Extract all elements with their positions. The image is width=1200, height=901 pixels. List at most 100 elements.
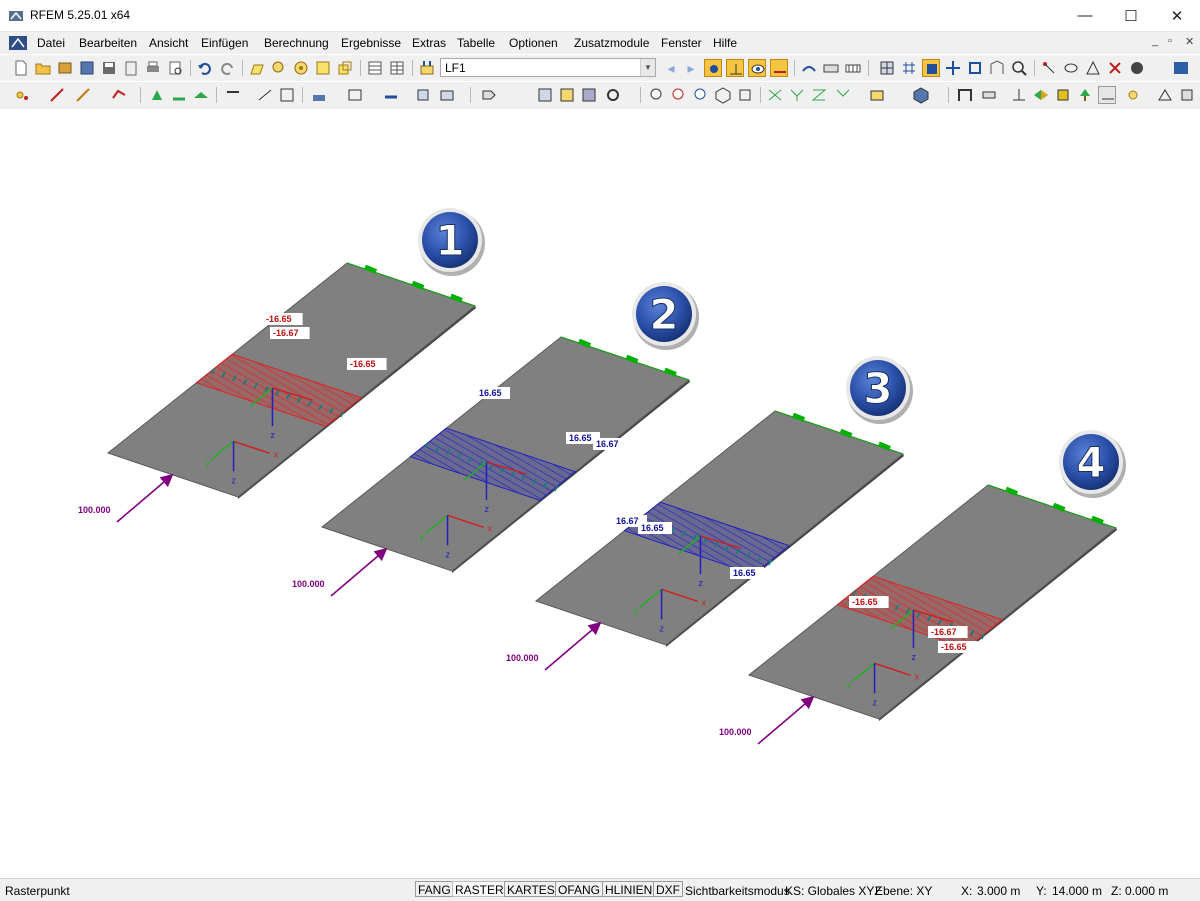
mesh-icon[interactable]	[878, 59, 896, 77]
guidelines-button[interactable]: HLINIEN	[602, 881, 656, 897]
menu-extras[interactable]: Extras	[412, 36, 446, 50]
view-z-icon[interactable]	[810, 86, 828, 104]
insert-member-icon[interactable]	[74, 86, 92, 104]
snap-button[interactable]: FANG	[415, 881, 454, 897]
zoom-out-icon[interactable]	[692, 86, 710, 104]
dimension-icon[interactable]	[256, 86, 274, 104]
zoom-all-icon[interactable]	[648, 86, 666, 104]
surface-load-icon[interactable]	[346, 86, 364, 104]
print-icon[interactable]	[144, 59, 162, 77]
mdi-close-button[interactable]: ✕	[1185, 35, 1194, 48]
support-icon[interactable]	[148, 86, 166, 104]
iso-view-icon[interactable]	[714, 86, 732, 104]
grid-button[interactable]: RASTER	[452, 881, 507, 897]
menu-bearbeiten[interactable]: Bearbeiten	[79, 36, 137, 50]
move-icon[interactable]	[944, 59, 962, 77]
redo-icon[interactable]	[218, 59, 236, 77]
menu-tabelle[interactable]: Tabelle	[457, 36, 495, 50]
object-snap-button[interactable]: OFANG	[555, 881, 604, 897]
open-folder-icon[interactable]	[34, 59, 52, 77]
menu-fenster[interactable]: Fenster	[661, 36, 702, 50]
previous-loadcase-button[interactable]: ◂	[662, 59, 680, 77]
hinge-icon[interactable]	[224, 86, 242, 104]
view-mode-icon[interactable]	[922, 59, 940, 77]
generate-icon[interactable]	[480, 86, 498, 104]
section-icon[interactable]	[1010, 86, 1028, 104]
view-x-icon[interactable]	[766, 86, 784, 104]
grid-icon[interactable]	[900, 59, 918, 77]
search-icon[interactable]	[270, 59, 288, 77]
table-icon[interactable]	[366, 59, 384, 77]
menu-ansicht[interactable]: Ansicht	[149, 36, 188, 50]
member-results-icon[interactable]	[822, 59, 840, 77]
chevron-down-icon[interactable]: ▼	[640, 59, 655, 76]
coordinate-system-text[interactable]: KS: Globales XYZ	[785, 884, 882, 898]
cube-icon[interactable]	[414, 86, 432, 104]
model-icon[interactable]	[438, 86, 456, 104]
view-y-icon[interactable]	[788, 86, 806, 104]
document-icon[interactable]	[8, 35, 28, 51]
loadcase-icon[interactable]	[418, 59, 436, 77]
visibility-icon[interactable]	[1098, 86, 1116, 104]
color-scale-icon[interactable]	[1032, 86, 1050, 104]
save-icon[interactable]	[100, 59, 118, 77]
visibility-mode-text[interactable]: Sichtbarkeitsmodus	[685, 884, 790, 898]
loadcase-combobox[interactable]: LF1 ▼	[440, 58, 656, 77]
eye-icon[interactable]	[748, 59, 766, 77]
surface-results-icon[interactable]	[844, 59, 862, 77]
ellipse-icon[interactable]	[1062, 59, 1080, 77]
minimize-button[interactable]: —	[1062, 0, 1108, 31]
shape-icon[interactable]	[980, 86, 998, 104]
display-icon[interactable]	[912, 86, 930, 104]
show-values-icon[interactable]	[770, 59, 788, 77]
panel-icon[interactable]	[1172, 59, 1190, 77]
more-icon[interactable]	[1178, 86, 1196, 104]
mdi-minimize-button[interactable]: _	[1152, 35, 1158, 47]
undo-icon[interactable]	[196, 59, 214, 77]
tree-icon[interactable]	[1076, 86, 1094, 104]
insert-polyline-icon[interactable]	[110, 86, 128, 104]
menu-berechnung[interactable]: Berechnung	[264, 36, 329, 50]
render-icon[interactable]	[868, 86, 886, 104]
result-values-icon[interactable]	[726, 59, 744, 77]
zoom-icon[interactable]	[1010, 59, 1028, 77]
menu-optionen[interactable]: Optionen	[509, 36, 558, 50]
view-minus-y-icon[interactable]	[834, 86, 852, 104]
line-support-icon[interactable]	[170, 86, 188, 104]
member-load-icon[interactable]	[382, 86, 400, 104]
deformation-icon[interactable]	[800, 59, 818, 77]
settings-icon[interactable]	[604, 86, 622, 104]
results-on-icon[interactable]	[704, 59, 722, 77]
load-icon[interactable]	[310, 86, 328, 104]
menu-zusatzmodule[interactable]: Zusatzmodule	[574, 36, 649, 50]
menu-ergebnisse[interactable]: Ergebnisse	[341, 36, 401, 50]
save-all-icon[interactable]	[78, 59, 96, 77]
cartesian-button[interactable]: KARTES	[504, 881, 558, 897]
target-icon[interactable]	[292, 59, 310, 77]
graphics-canvas[interactable]: z x y z 100.000 -16.65 -16.67 -16.65 1 z x y z 100.00…	[0, 109, 1200, 878]
new-file-icon[interactable]	[12, 59, 30, 77]
select-icon[interactable]	[314, 59, 332, 77]
edit-icon[interactable]	[248, 59, 266, 77]
zoom-window-icon[interactable]	[670, 86, 688, 104]
lighting-icon[interactable]	[1124, 86, 1142, 104]
insert-line-icon[interactable]	[48, 86, 66, 104]
grid-table-icon[interactable]	[388, 59, 406, 77]
results-icon[interactable]	[580, 86, 598, 104]
dxf-button[interactable]: DXF	[653, 881, 683, 897]
graphics-icon[interactable]	[1156, 86, 1174, 104]
mdi-restore-button[interactable]: ▫	[1168, 35, 1172, 47]
frame-view-icon[interactable]	[956, 86, 974, 104]
model-view[interactable]: zxyz100.000-16.65-16.67-16.651zxyz100.00…	[0, 109, 1200, 878]
menu-datei[interactable]: Datei	[37, 36, 65, 50]
print-report-icon[interactable]	[166, 59, 184, 77]
insert-node-icon[interactable]	[14, 86, 32, 104]
work-plane-text[interactable]: Ebene: XY	[875, 884, 932, 898]
close-button[interactable]: ✕	[1154, 0, 1200, 31]
box-view-icon[interactable]	[736, 86, 754, 104]
maximize-button[interactable]: ☐	[1108, 0, 1154, 31]
menu-einfuegen[interactable]: Einfügen	[201, 36, 248, 50]
calc-icon[interactable]	[536, 86, 554, 104]
frame-icon[interactable]	[278, 86, 296, 104]
open-model-icon[interactable]	[56, 59, 74, 77]
